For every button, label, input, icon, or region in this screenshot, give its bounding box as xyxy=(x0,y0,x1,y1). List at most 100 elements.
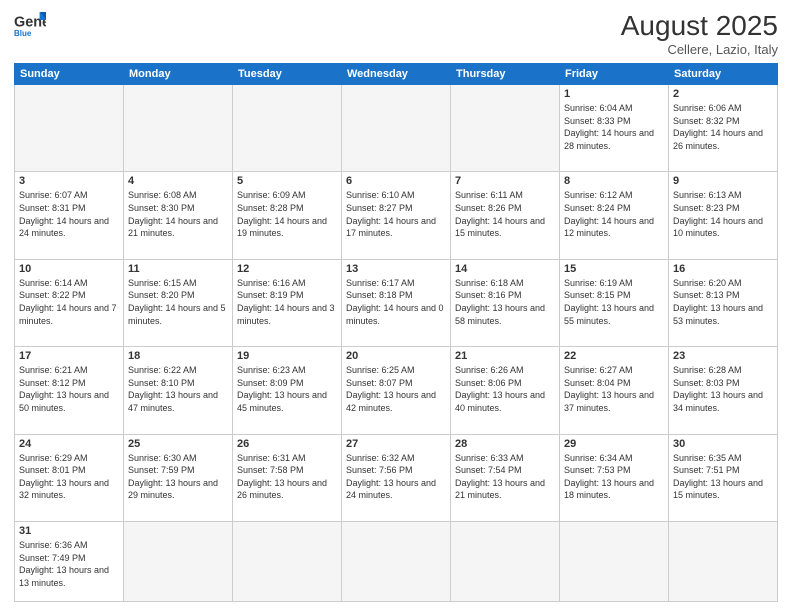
day-number: 11 xyxy=(128,263,228,275)
day-info: Sunrise: 6:30 AM Sunset: 7:59 PM Dayligh… xyxy=(128,452,228,502)
day-number: 18 xyxy=(128,350,228,362)
day-info: Sunrise: 6:09 AM Sunset: 8:28 PM Dayligh… xyxy=(237,189,337,239)
table-row: 15Sunrise: 6:19 AM Sunset: 8:15 PM Dayli… xyxy=(560,259,669,346)
table-row: 5Sunrise: 6:09 AM Sunset: 8:28 PM Daylig… xyxy=(233,172,342,259)
day-info: Sunrise: 6:34 AM Sunset: 7:53 PM Dayligh… xyxy=(564,452,664,502)
title-block: August 2025 Cellere, Lazio, Italy xyxy=(621,10,778,57)
table-row: 31 Sunrise: 6:36 AM Sunset: 7:49 PM Dayli… xyxy=(15,521,124,601)
day-number: 12 xyxy=(237,263,337,275)
table-row xyxy=(451,85,560,172)
day-info: Sunrise: 6:10 AM Sunset: 8:27 PM Dayligh… xyxy=(346,189,446,239)
table-row: 6 Sunrise: 6:10 AM Sunset: 8:27 PM Daylig… xyxy=(342,172,451,259)
day-number: 26 xyxy=(237,438,337,450)
day-info: Sunrise: 6:14 AM Sunset: 8:22 PM Dayligh… xyxy=(19,277,119,327)
table-row: 28 Sunrise: 6:33 AM Sunset: 7:54 PM Dayli… xyxy=(451,434,560,521)
table-row: 17Sunrise: 6:21 AM Sunset: 8:12 PM Dayli… xyxy=(15,347,124,434)
day-number: 14 xyxy=(455,263,555,275)
day-number: 25 xyxy=(128,438,228,450)
table-row: 1Sunrise: 6:04 AM Sunset: 8:33 PM Daylig… xyxy=(560,85,669,172)
table-row xyxy=(451,521,560,601)
table-row: 20 Sunrise: 6:25 AM Sunset: 8:07 PM Dayli… xyxy=(342,347,451,434)
day-number: 1 xyxy=(564,88,664,100)
day-info: Sunrise: 6:25 AM Sunset: 8:07 PM Dayligh… xyxy=(346,364,446,414)
day-number: 13 xyxy=(346,263,446,275)
table-row: 12 Sunrise: 6:16 AM Sunset: 8:19 PM Dayli… xyxy=(233,259,342,346)
calendar-week-row: 1Sunrise: 6:04 AM Sunset: 8:33 PM Daylig… xyxy=(15,85,778,172)
table-row xyxy=(233,521,342,601)
table-row xyxy=(15,85,124,172)
day-number: 24 xyxy=(19,438,119,450)
day-info: Sunrise: 6:16 AM Sunset: 8:19 PM Dayligh… xyxy=(237,277,337,327)
table-row: 10Sunrise: 6:14 AM Sunset: 8:22 PM Dayli… xyxy=(15,259,124,346)
day-info: Sunrise: 6:28 AM Sunset: 8:03 PM Dayligh… xyxy=(673,364,773,414)
day-number: 22 xyxy=(564,350,664,362)
table-row: 19 Sunrise: 6:23 AM Sunset: 8:09 PM Dayli… xyxy=(233,347,342,434)
table-row: 18 Sunrise: 6:22 AM Sunset: 8:10 PM Dayli… xyxy=(124,347,233,434)
day-info: Sunrise: 6:36 AM Sunset: 7:49 PM Dayligh… xyxy=(19,539,119,589)
table-row: 3 Sunrise: 6:07 AM Sunset: 8:31 PM Daylig… xyxy=(15,172,124,259)
day-number: 28 xyxy=(455,438,555,450)
day-info: Sunrise: 6:29 AM Sunset: 8:01 PM Dayligh… xyxy=(19,452,119,502)
logo-icon: General Blue xyxy=(14,10,46,38)
day-number: 17 xyxy=(19,350,119,362)
table-row xyxy=(560,521,669,601)
day-info: Sunrise: 6:18 AM Sunset: 8:16 PM Dayligh… xyxy=(455,277,555,327)
table-row xyxy=(233,85,342,172)
calendar-week-row: 10Sunrise: 6:14 AM Sunset: 8:22 PM Dayli… xyxy=(15,259,778,346)
day-number: 6 xyxy=(346,175,446,187)
day-number: 23 xyxy=(673,350,773,362)
day-info: Sunrise: 6:07 AM Sunset: 8:31 PM Dayligh… xyxy=(19,189,119,239)
day-info: Sunrise: 6:20 AM Sunset: 8:13 PM Dayligh… xyxy=(673,277,773,327)
table-row: 2Sunrise: 6:06 AM Sunset: 8:32 PM Daylig… xyxy=(669,85,778,172)
table-row xyxy=(124,85,233,172)
calendar-header-row: Sunday Monday Tuesday Wednesday Thursday… xyxy=(15,64,778,85)
day-number: 4 xyxy=(128,175,228,187)
calendar-table: Sunday Monday Tuesday Wednesday Thursday… xyxy=(14,63,778,602)
day-info: Sunrise: 6:35 AM Sunset: 7:51 PM Dayligh… xyxy=(673,452,773,502)
day-number: 21 xyxy=(455,350,555,362)
day-info: Sunrise: 6:33 AM Sunset: 7:54 PM Dayligh… xyxy=(455,452,555,502)
day-number: 27 xyxy=(346,438,446,450)
table-row: 14 Sunrise: 6:18 AM Sunset: 8:16 PM Dayli… xyxy=(451,259,560,346)
table-row xyxy=(342,521,451,601)
table-row: 8Sunrise: 6:12 AM Sunset: 8:24 PM Daylig… xyxy=(560,172,669,259)
table-row: 7 Sunrise: 6:11 AM Sunset: 8:26 PM Daylig… xyxy=(451,172,560,259)
day-info: Sunrise: 6:22 AM Sunset: 8:10 PM Dayligh… xyxy=(128,364,228,414)
table-row: 9 Sunrise: 6:13 AM Sunset: 8:23 PM Daylig… xyxy=(669,172,778,259)
table-row: 11Sunrise: 6:15 AM Sunset: 8:20 PM Dayli… xyxy=(124,259,233,346)
day-info: Sunrise: 6:32 AM Sunset: 7:56 PM Dayligh… xyxy=(346,452,446,502)
subtitle: Cellere, Lazio, Italy xyxy=(621,42,778,57)
day-info: Sunrise: 6:17 AM Sunset: 8:18 PM Dayligh… xyxy=(346,277,446,327)
day-info: Sunrise: 6:08 AM Sunset: 8:30 PM Dayligh… xyxy=(128,189,228,239)
header: General Blue August 2025 Cellere, Lazio,… xyxy=(14,10,778,57)
day-info: Sunrise: 6:06 AM Sunset: 8:32 PM Dayligh… xyxy=(673,102,773,152)
day-info: Sunrise: 6:27 AM Sunset: 8:04 PM Dayligh… xyxy=(564,364,664,414)
day-number: 9 xyxy=(673,175,773,187)
table-row: 21 Sunrise: 6:26 AM Sunset: 8:06 PM Dayli… xyxy=(451,347,560,434)
day-number: 3 xyxy=(19,175,119,187)
day-info: Sunrise: 6:11 AM Sunset: 8:26 PM Dayligh… xyxy=(455,189,555,239)
day-number: 7 xyxy=(455,175,555,187)
table-row: 27 Sunrise: 6:32 AM Sunset: 7:56 PM Dayli… xyxy=(342,434,451,521)
logo: General Blue xyxy=(14,10,46,38)
month-year: August 2025 xyxy=(621,10,778,42)
day-number: 20 xyxy=(346,350,446,362)
day-number: 29 xyxy=(564,438,664,450)
table-row: 29 Sunrise: 6:34 AM Sunset: 7:53 PM Dayli… xyxy=(560,434,669,521)
day-info: Sunrise: 6:26 AM Sunset: 8:06 PM Dayligh… xyxy=(455,364,555,414)
day-info: Sunrise: 6:13 AM Sunset: 8:23 PM Dayligh… xyxy=(673,189,773,239)
day-info: Sunrise: 6:31 AM Sunset: 7:58 PM Dayligh… xyxy=(237,452,337,502)
table-row xyxy=(342,85,451,172)
day-number: 19 xyxy=(237,350,337,362)
day-number: 15 xyxy=(564,263,664,275)
col-saturday: Saturday xyxy=(669,64,778,85)
table-row: 22 Sunrise: 6:27 AM Sunset: 8:04 PM Dayli… xyxy=(560,347,669,434)
day-number: 31 xyxy=(19,525,119,537)
col-wednesday: Wednesday xyxy=(342,64,451,85)
day-number: 16 xyxy=(673,263,773,275)
table-row: 30 Sunrise: 6:35 AM Sunset: 7:51 PM Dayli… xyxy=(669,434,778,521)
calendar-week-row: 17Sunrise: 6:21 AM Sunset: 8:12 PM Dayli… xyxy=(15,347,778,434)
day-number: 30 xyxy=(673,438,773,450)
calendar-week-row: 24 Sunrise: 6:29 AM Sunset: 8:01 PM Dayli… xyxy=(15,434,778,521)
day-info: Sunrise: 6:23 AM Sunset: 8:09 PM Dayligh… xyxy=(237,364,337,414)
